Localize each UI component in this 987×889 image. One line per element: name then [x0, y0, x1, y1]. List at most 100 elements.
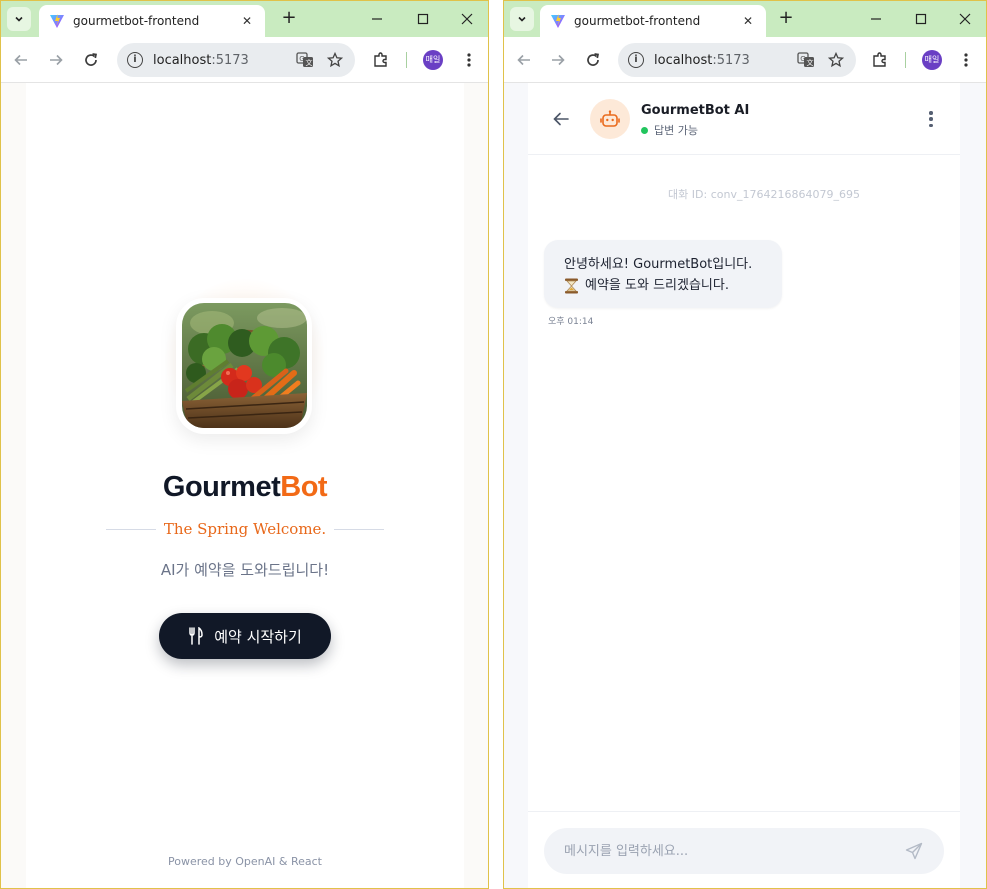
- reload-icon: [587, 53, 600, 66]
- chevron-down-icon: [518, 16, 526, 22]
- cta-label: 예약 시작하기: [214, 627, 302, 646]
- new-tab-button[interactable]: +: [774, 7, 798, 31]
- message-timestamp: 오후 01:14: [548, 317, 594, 327]
- back-icon: [517, 54, 530, 66]
- browser-menu-button[interactable]: [954, 48, 978, 72]
- reload-button[interactable]: [581, 48, 605, 72]
- divider-line-left: [106, 528, 156, 530]
- minimize-button[interactable]: [355, 5, 399, 33]
- vite-favicon-icon: [50, 14, 64, 28]
- extensions-icon: [873, 52, 886, 67]
- reload-icon: [85, 53, 98, 66]
- svg-text:G: G: [800, 55, 805, 63]
- tab-search-button[interactable]: [7, 7, 31, 31]
- status-dot: [641, 126, 648, 134]
- new-tab-button[interactable]: +: [277, 7, 301, 31]
- avatar: 매일: [423, 50, 443, 70]
- landing-page: GourmetBot The Spring Welcome. AI가 예약을 도…: [26, 83, 464, 888]
- forward-button[interactable]: [546, 48, 570, 72]
- extensions-button[interactable]: [369, 48, 393, 72]
- tab-strip: gourmetbot-frontend ✕ +: [504, 1, 986, 37]
- address-toolbar: i localhost:5173 G文 매일: [504, 37, 986, 83]
- back-button[interactable]: [9, 48, 33, 72]
- back-arrow-icon: [553, 112, 569, 126]
- site-info-icon[interactable]: i: [628, 52, 644, 68]
- tab-title: gourmetbot-frontend: [73, 14, 200, 28]
- chat-back-button[interactable]: [550, 108, 572, 130]
- chat-menu-button[interactable]: [924, 109, 938, 129]
- translate-icon[interactable]: G文: [796, 50, 816, 70]
- message-input[interactable]: [564, 843, 904, 859]
- page-viewport: GourmetBot AI 답변 가능 대화 ID: conv_17642168…: [504, 83, 986, 888]
- address-bar[interactable]: i localhost:5173 G文: [618, 43, 856, 77]
- url-text[interactable]: localhost:5173: [654, 53, 786, 68]
- send-icon: [905, 842, 923, 860]
- tagline: The Spring Welcome.: [163, 520, 327, 538]
- site-info-icon[interactable]: i: [127, 52, 143, 68]
- translate-icon[interactable]: G文: [295, 50, 315, 70]
- maximize-button[interactable]: [899, 5, 943, 33]
- profile-button[interactable]: 매일: [421, 48, 445, 72]
- powered-by-footer: Powered by OpenAI & React: [168, 855, 322, 868]
- robot-icon: [600, 110, 620, 127]
- toolbar-separator: [406, 52, 407, 68]
- fork-knife-icon: [188, 627, 204, 645]
- close-window-button[interactable]: [943, 5, 986, 33]
- close-icon: [461, 13, 473, 25]
- status-text: 답변 가능: [654, 124, 698, 137]
- extensions-button[interactable]: [868, 48, 892, 72]
- address-bar[interactable]: i localhost:5173 G文: [117, 43, 355, 77]
- browser-menu-button[interactable]: [457, 48, 481, 72]
- svg-text:文: 文: [807, 58, 814, 67]
- kebab-icon: [467, 53, 471, 67]
- browser-window-right: gourmetbot-frontend ✕ + i localhost:5173…: [503, 0, 987, 889]
- minimize-icon: [372, 18, 382, 20]
- forward-button[interactable]: [44, 48, 68, 72]
- message-composer: [544, 828, 944, 874]
- avatar: 매일: [922, 50, 942, 70]
- message-line: 예약을 도와 드리겠습니다.: [564, 275, 762, 296]
- tab-strip: gourmetbot-frontend ✕ +: [1, 1, 488, 37]
- start-reservation-button[interactable]: 예약 시작하기: [159, 613, 331, 659]
- vite-favicon-icon: [551, 14, 565, 28]
- tab-close-icon[interactable]: ✕: [239, 14, 255, 28]
- send-button[interactable]: [904, 841, 924, 861]
- bot-avatar: [590, 99, 630, 139]
- conversation-id: 대화 ID: conv_1764216864079_695: [668, 188, 860, 201]
- toolbar-separator: [905, 52, 906, 68]
- minimize-button[interactable]: [854, 5, 898, 33]
- bookmark-star-icon[interactable]: [826, 50, 846, 70]
- back-button[interactable]: [512, 48, 536, 72]
- tab-title: gourmetbot-frontend: [574, 14, 701, 28]
- close-icon: [959, 13, 971, 25]
- close-window-button[interactable]: [445, 5, 488, 33]
- tab-search-button[interactable]: [510, 7, 534, 31]
- kebab-dot: [929, 111, 933, 115]
- forward-icon: [552, 54, 565, 66]
- maximize-icon: [915, 13, 927, 25]
- kebab-dot: [929, 123, 933, 127]
- chat-page: GourmetBot AI 답변 가능 대화 ID: conv_17642168…: [528, 83, 960, 888]
- chat-header: GourmetBot AI 답변 가능: [528, 83, 960, 155]
- profile-button[interactable]: 매일: [920, 48, 944, 72]
- message-line: 안녕하세요! GourmetBot입니다.: [564, 257, 753, 272]
- bot-status: 답변 가능: [641, 122, 698, 138]
- page-viewport: GourmetBot The Spring Welcome. AI가 예약을 도…: [1, 83, 488, 888]
- browser-window-left: gourmetbot-frontend ✕ + i localhost:5173…: [0, 0, 489, 889]
- chevron-down-icon: [15, 16, 23, 22]
- tagline-row: The Spring Welcome.: [106, 517, 385, 541]
- hourglass-icon: [564, 278, 579, 294]
- bot-name: GourmetBot AI: [641, 103, 750, 118]
- bookmark-star-icon[interactable]: [325, 50, 345, 70]
- back-icon: [14, 54, 27, 66]
- vegetable-basket-image: [182, 303, 307, 428]
- reload-button[interactable]: [79, 48, 103, 72]
- url-text[interactable]: localhost:5173: [153, 53, 285, 68]
- maximize-button[interactable]: [401, 5, 445, 33]
- browser-tab[interactable]: gourmetbot-frontend ✕: [39, 5, 265, 37]
- subtitle: AI가 예약을 도와드립니다!: [160, 561, 330, 579]
- svg-text:G: G: [299, 55, 304, 63]
- tab-close-icon[interactable]: ✕: [740, 14, 756, 28]
- browser-tab[interactable]: gourmetbot-frontend ✕: [540, 5, 766, 37]
- kebab-icon: [964, 53, 968, 67]
